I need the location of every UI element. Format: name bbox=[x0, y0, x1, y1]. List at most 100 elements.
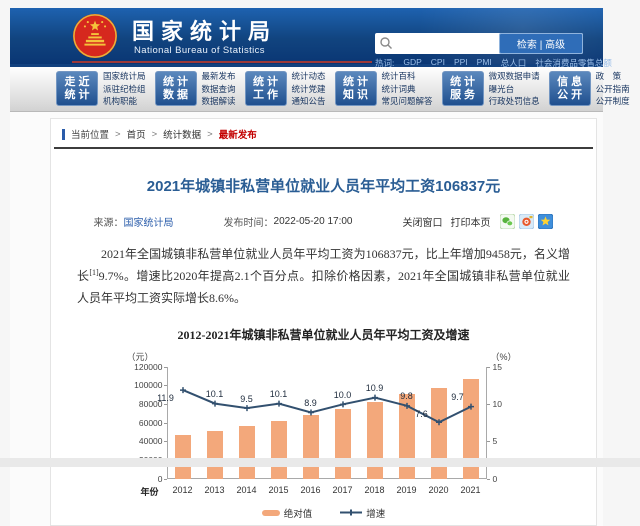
nav-group-title[interactable]: 统计服务 bbox=[442, 71, 484, 106]
right-axis-tick: 10 bbox=[493, 399, 513, 409]
share-icons bbox=[500, 214, 553, 229]
nav-group-title[interactable]: 信息公开 bbox=[549, 71, 591, 106]
legend-label: 增速 bbox=[366, 506, 385, 520]
x-tick-label: 2012 bbox=[167, 485, 199, 495]
nav-link[interactable]: 公开指南 bbox=[596, 83, 630, 96]
legend-label: 绝对值 bbox=[284, 506, 313, 520]
hot-word-link[interactable]: 总人口 bbox=[501, 57, 527, 69]
hot-word-link[interactable]: PMI bbox=[477, 57, 492, 69]
nav-link[interactable]: 最新发布 bbox=[202, 70, 236, 83]
search-input[interactable] bbox=[375, 32, 499, 55]
x-tick-label: 2021 bbox=[455, 485, 487, 495]
data-label: 7.6 bbox=[407, 409, 437, 419]
breadcrumb-separator: > bbox=[207, 129, 213, 140]
nav-link[interactable]: 机构职能 bbox=[103, 95, 146, 108]
x-tick-label: 2016 bbox=[295, 485, 327, 495]
left-axis-tick: 0 bbox=[121, 474, 163, 484]
nav-link[interactable]: 政 策 bbox=[596, 70, 630, 83]
hot-word-link[interactable]: GDP bbox=[403, 57, 421, 69]
close-window-button[interactable]: 关闭窗口 bbox=[402, 214, 442, 229]
nav-links: 国家统计局派驻纪检组机构职能 bbox=[103, 70, 146, 108]
site-header: 国家统计局 National Bureau of Statistics 检索 |… bbox=[10, 8, 603, 64]
left-axis-tick-mark bbox=[164, 479, 167, 480]
legend-bar-swatch bbox=[262, 510, 280, 516]
hot-words-label: 热词: bbox=[375, 57, 394, 69]
nav-group: 走近统计国家统计局派驻纪检组机构职能 bbox=[56, 70, 146, 108]
nav-link[interactable]: 统计百科 bbox=[382, 70, 433, 83]
nav-link[interactable]: 通知公告 bbox=[292, 95, 326, 108]
nav-link[interactable]: 常见问题解答 bbox=[382, 95, 433, 108]
nav-links: 微观数据申请曝光台行政处罚信息 bbox=[489, 70, 540, 108]
right-axis-tick-mark bbox=[487, 441, 490, 442]
footnote-marker: [1] bbox=[89, 268, 98, 277]
x-tick-label: 2019 bbox=[391, 485, 423, 495]
wechat-share-icon[interactable] bbox=[500, 214, 515, 229]
nav-link[interactable]: 公开制度 bbox=[596, 95, 630, 108]
nav-group-title[interactable]: 走近统计 bbox=[56, 71, 98, 106]
nav-group: 统计服务微观数据申请曝光台行政处罚信息 bbox=[442, 70, 540, 108]
hot-word-link[interactable]: CPI bbox=[431, 57, 445, 69]
site-container: 国家统计局 National Bureau of Statistics 检索 |… bbox=[10, 8, 603, 526]
x-tick-label: 2013 bbox=[199, 485, 231, 495]
x-tick-label: 2020 bbox=[423, 485, 455, 495]
nav-group: 统计数据最新发布数据查询数据解读 bbox=[155, 70, 236, 108]
breadcrumb-separator: > bbox=[115, 129, 121, 140]
nav-link[interactable]: 行政处罚信息 bbox=[489, 95, 540, 108]
right-axis-tick: 0 bbox=[493, 474, 513, 484]
data-label: 10.1 bbox=[200, 389, 230, 399]
right-axis-tick-mark bbox=[487, 367, 490, 368]
main-nav: 走近统计国家统计局派驻纪检组机构职能统计数据最新发布数据查询数据解读统计工作统计… bbox=[10, 64, 603, 112]
favorite-star-icon[interactable] bbox=[538, 214, 553, 229]
breadcrumb-separator: > bbox=[152, 129, 158, 140]
hot-word-link[interactable]: PPI bbox=[454, 57, 468, 69]
right-axis-tick: 15 bbox=[493, 362, 513, 372]
breadcrumb-link[interactable]: 统计数据 bbox=[163, 127, 201, 141]
data-label: 11.9 bbox=[151, 393, 181, 403]
legend-line-swatch bbox=[340, 508, 362, 517]
right-axis-tick-mark bbox=[487, 479, 490, 480]
publish-time: 2022-05-20 17:00 bbox=[274, 216, 353, 227]
legend-item-bars: 绝对值 bbox=[262, 506, 313, 520]
nav-link[interactable]: 数据查询 bbox=[202, 83, 236, 96]
left-axis-tick: 120000 bbox=[121, 362, 163, 372]
left-axis-tick: 100000 bbox=[121, 380, 163, 390]
nav-link[interactable]: 统计党建 bbox=[292, 83, 326, 96]
left-axis-tick: 60000 bbox=[121, 418, 163, 428]
nav-link[interactable]: 派驻纪检组 bbox=[103, 83, 146, 96]
nav-link[interactable]: 微观数据申请 bbox=[489, 70, 540, 83]
paragraph-text: 9.7%。增速比2020年提高2.1个百分点。扣除价格因素，2021年全国城镇非… bbox=[77, 269, 570, 305]
print-page-button[interactable]: 打印本页 bbox=[450, 214, 490, 229]
national-emblem-logo bbox=[72, 13, 118, 59]
hot-word-link[interactable]: 社会消费品零售总额 bbox=[535, 57, 612, 69]
breadcrumb-path: > 首页 > 统计数据 > 最新发布 bbox=[109, 127, 257, 141]
nav-link[interactable]: 统计动态 bbox=[292, 70, 326, 83]
data-label: 10.0 bbox=[328, 390, 358, 400]
data-label: 9.7 bbox=[443, 392, 473, 402]
nav-link[interactable]: 曝光台 bbox=[489, 83, 540, 96]
search-icon bbox=[379, 36, 393, 50]
chart-title: 2012-2021年城镇非私营单位就业人员年平均工资及增速 bbox=[51, 326, 596, 343]
nav-group-title[interactable]: 统计数据 bbox=[155, 71, 197, 106]
x-axis-label: 年份 bbox=[121, 485, 159, 498]
hot-words: 热词: GDP CPI PPI PMI 总人口社会消费品零售总额 bbox=[375, 57, 612, 69]
chart-legend: 绝对值 增速 bbox=[121, 506, 527, 520]
nav-group: 统计知识统计百科统计词典常见问题解答 bbox=[335, 70, 433, 108]
nav-link[interactable]: 数据解读 bbox=[202, 95, 236, 108]
data-label: 8.9 bbox=[296, 398, 326, 408]
nav-group-title[interactable]: 统计工作 bbox=[245, 71, 287, 106]
nav-group-title[interactable]: 统计知识 bbox=[335, 71, 377, 106]
source-link[interactable]: 国家统计局 bbox=[124, 214, 174, 229]
nav-link[interactable]: 国家统计局 bbox=[103, 70, 146, 83]
page-title: 2021年城镇非私营单位就业人员年平均工资106837元 bbox=[51, 175, 596, 196]
search-button[interactable]: 检索 | 高级 bbox=[499, 33, 583, 54]
x-tick-label: 2014 bbox=[231, 485, 263, 495]
breadcrumb-link[interactable]: 首页 bbox=[127, 127, 146, 141]
nav-link[interactable]: 统计词典 bbox=[382, 83, 433, 96]
legend-item-line: 增速 bbox=[340, 506, 385, 520]
right-axis-tick: 5 bbox=[493, 436, 513, 446]
breadcrumb-current[interactable]: 最新发布 bbox=[219, 127, 257, 141]
nav-links: 最新发布数据查询数据解读 bbox=[202, 70, 236, 108]
weibo-share-icon[interactable] bbox=[519, 214, 534, 229]
site-title-english: National Bureau of Statistics bbox=[134, 45, 265, 56]
nav-group: 信息公开政 策公开指南公开制度 bbox=[549, 70, 630, 108]
